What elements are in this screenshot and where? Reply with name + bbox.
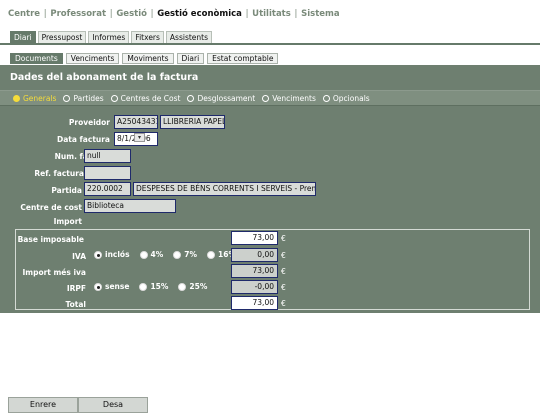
radio-icon — [178, 282, 187, 291]
sub-tabs: Documents Venciments Moviments Diari Est… — [10, 53, 279, 64]
radio-icon — [262, 94, 270, 102]
section-generals[interactable]: Generals — [13, 94, 56, 103]
data-factura-label: Data factura — [57, 135, 110, 144]
irpf-option-25[interactable]: 25% — [178, 282, 207, 291]
radio-selected-icon — [94, 282, 102, 291]
base-imposable-label: Base imposable — [17, 235, 84, 244]
partida-code-field[interactable]: 220.0002 — [84, 182, 131, 196]
tab-fitxers[interactable]: Fitxers — [131, 31, 164, 43]
radio-icon — [139, 282, 148, 291]
subtab-diari[interactable]: Diari — [176, 53, 205, 64]
iva-label: IVA — [72, 252, 86, 261]
import-label: Import — [53, 217, 82, 226]
nav-gestio-economica[interactable]: Gestió econòmica — [157, 9, 242, 19]
nav-sistema[interactable]: Sistema — [301, 9, 340, 19]
proveidor-label: Proveidor — [68, 118, 110, 127]
import-mes-iva-label: Import més iva — [22, 268, 86, 277]
radio-selected-icon — [94, 250, 102, 259]
section-tabs: Generals Partides Centres de Cost Desglo… — [0, 90, 540, 106]
section-partides[interactable]: Partides — [63, 94, 104, 103]
subtab-venciments[interactable]: Venciments — [65, 53, 120, 64]
page-title: Dades del abonament de la factura — [10, 72, 199, 83]
irpf-option-sense[interactable]: sense — [94, 282, 129, 291]
num-factura-field[interactable]: null — [84, 149, 131, 163]
tab-underline — [0, 43, 540, 45]
irpf-label: IRPF — [66, 284, 86, 293]
iva-option-7[interactable]: 7% — [173, 250, 197, 259]
section-centres-de-cost[interactable]: Centres de Cost — [110, 94, 180, 103]
euro-symbol: € — [281, 299, 286, 308]
section-opcionals[interactable]: Opcionals — [322, 94, 370, 103]
tab-diari[interactable]: Diari — [10, 31, 36, 43]
save-button[interactable]: Desa — [78, 397, 148, 413]
irpf-option-15[interactable]: 15% — [139, 282, 168, 291]
radio-icon — [207, 250, 216, 259]
iva-option-4[interactable]: 4% — [139, 250, 163, 259]
nav-utilitats[interactable]: Utilitats — [252, 9, 291, 19]
import-box: Base imposable 73,00 € IVA inclós 4% 7% … — [15, 229, 530, 310]
radio-icon — [63, 94, 71, 102]
centre-de-cost-field[interactable]: Biblioteca — [84, 199, 176, 213]
ref-factura-field[interactable] — [84, 166, 131, 180]
tab-assistents[interactable]: Assistents — [165, 31, 213, 43]
nav-professorat[interactable]: Professorat — [50, 9, 106, 19]
top-navigation: Centre | Professorat | Gestió | Gestió e… — [8, 9, 340, 19]
euro-symbol: € — [281, 283, 286, 292]
subtab-documents[interactable]: Documents — [10, 53, 63, 64]
irpf-radio-group: sense 15% 25% — [94, 282, 207, 291]
radio-icon — [139, 250, 148, 259]
bottom-toolbar: Enrere Desa — [0, 397, 540, 413]
radio-icon — [322, 94, 330, 102]
calendar-icon[interactable]: ▾ — [134, 133, 145, 142]
subtab-moviments[interactable]: Moviments — [122, 53, 174, 64]
iva-option-inclos[interactable]: inclós — [94, 250, 130, 259]
proveidor-name-field[interactable]: LLIBRERIA PAPELERIA CA — [160, 115, 225, 129]
main-tabs: Diari Pressupost Informes Fitxers Assist… — [10, 31, 213, 43]
nav-centre[interactable]: Centre — [8, 9, 40, 19]
total-label: Total — [65, 300, 87, 309]
tab-pressupost[interactable]: Pressupost — [37, 31, 87, 43]
irpf-value: -0,00 — [231, 280, 278, 294]
import-mes-iva-value: 73,00 — [231, 264, 278, 278]
section-desglossament[interactable]: Desglossament — [187, 94, 255, 103]
ref-factura-label: Ref. factura — [34, 169, 84, 178]
euro-symbol: € — [281, 234, 286, 243]
iva-value: 0,00 — [231, 248, 278, 262]
radio-icon — [173, 250, 182, 259]
partida-label: Partida — [51, 186, 82, 195]
euro-symbol: € — [281, 251, 286, 260]
section-venciments[interactable]: Venciments — [262, 94, 316, 103]
subtab-estat-comptable[interactable]: Estat comptable — [207, 53, 279, 64]
partida-desc-field[interactable]: DESPESES DE BÉNS CORRENTS I SERVEIS - Pr… — [133, 182, 316, 196]
total-value: 73,00 — [231, 296, 278, 310]
tab-informes[interactable]: Informes — [88, 31, 130, 43]
radio-icon — [13, 94, 20, 102]
centre-de-cost-label: Centre de cost — [20, 203, 82, 212]
euro-symbol: € — [281, 267, 286, 276]
nav-gestio[interactable]: Gestió — [116, 9, 147, 19]
radio-icon — [187, 94, 195, 102]
base-imposable-input[interactable]: 73,00 — [231, 231, 278, 245]
back-button[interactable]: Enrere — [8, 397, 78, 413]
proveidor-code-field[interactable]: A25043431 — [114, 115, 158, 129]
iva-radio-group: inclós 4% 7% 16% — [94, 250, 236, 259]
radio-icon — [110, 94, 118, 102]
